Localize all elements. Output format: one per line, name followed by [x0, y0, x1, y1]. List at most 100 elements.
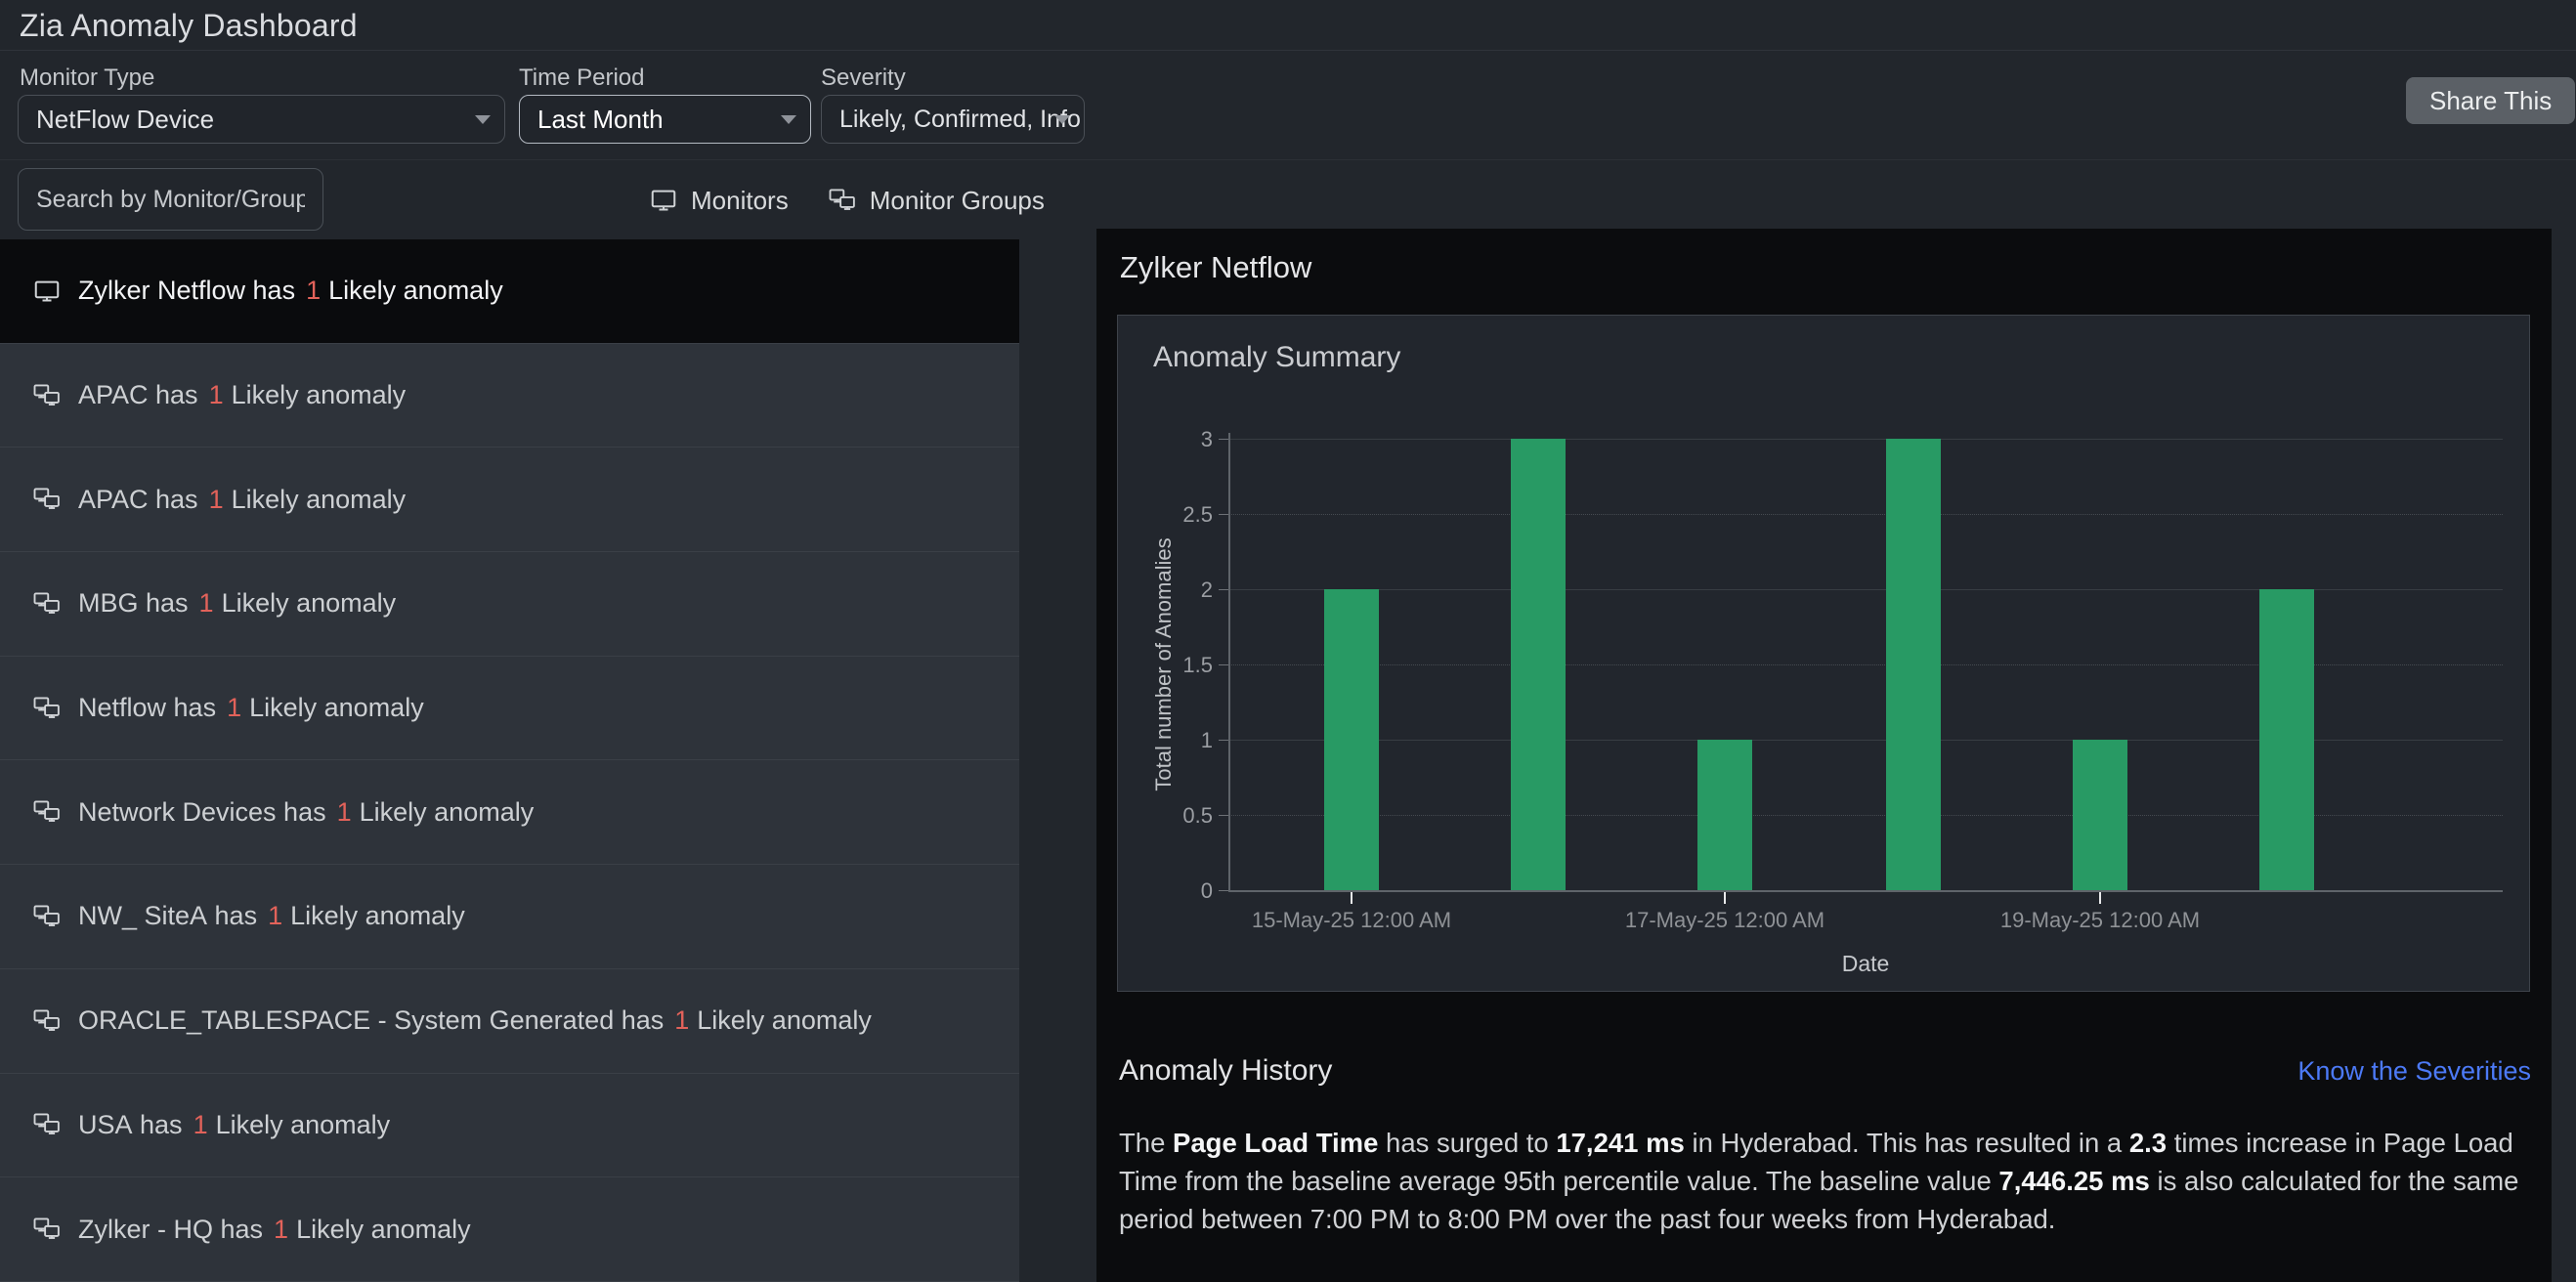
anomaly-bar [1324, 589, 1379, 890]
anomaly-suffix: Likely anomaly [360, 797, 535, 828]
x-tick-label: 17-May-25 12:00 AM [1568, 908, 1881, 933]
view-tabs: Monitors Monitor Groups [649, 180, 1045, 221]
y-tick-label: 0.5 [1118, 803, 1213, 829]
monitor-type-label: Monitor Type [20, 64, 154, 92]
anomaly-suffix: Likely anomaly [249, 693, 424, 723]
anomaly-history-header: Anomaly History Know the Severities [1119, 1054, 2531, 1088]
monitor-type-dropdown[interactable]: NetFlow Device [18, 95, 505, 144]
y-tick [1219, 514, 1228, 515]
monitor-name: APAC has [78, 485, 198, 515]
anomaly-count: 1 [268, 901, 282, 931]
anomaly-count: 1 [306, 276, 321, 306]
monitor-list-item[interactable]: Zylker Netflow has 1Likely anomaly [0, 239, 1019, 344]
history-text: The [1119, 1128, 1173, 1158]
history-bold-value: 7,446.25 ms [1998, 1166, 2149, 1196]
monitor-icon [32, 277, 62, 306]
tab-monitors[interactable]: Monitors [649, 186, 789, 216]
monitor-group-icon [32, 694, 62, 723]
severity-dropdown[interactable]: Likely, Confirmed, Info [821, 95, 1085, 144]
y-tick [1219, 439, 1228, 440]
anomaly-suffix: Likely anomaly [697, 1005, 872, 1036]
caret-down-icon [781, 115, 796, 124]
x-tick [1351, 892, 1352, 904]
monitor-list-item[interactable]: USA has1Likely anomaly [0, 1074, 1019, 1178]
gridline [1228, 514, 2503, 515]
monitor-group-icon [32, 1110, 62, 1139]
severity-label: Severity [821, 64, 906, 92]
y-tick-label: 0 [1118, 878, 1213, 904]
anomaly-count: 1 [227, 693, 241, 723]
anomaly-count: 1 [199, 588, 214, 619]
y-tick [1219, 664, 1228, 665]
monitor-list-item[interactable]: ORACLE_TABLESPACE - System Generated has… [0, 969, 1019, 1074]
time-period-dropdown[interactable]: Last Month [519, 95, 811, 144]
y-tick-label: 2.5 [1118, 502, 1213, 528]
x-tick-label: 19-May-25 12:00 AM [1944, 908, 2256, 933]
monitor-list-item[interactable]: APAC has1Likely anomaly [0, 448, 1019, 552]
anomaly-summary-chart: 00.511.522.5315-May-25 12:00 AM17-May-25… [1118, 316, 2529, 991]
caret-down-icon [1054, 115, 1070, 124]
monitor-name: NW_ SiteA has [78, 901, 257, 931]
monitor-list-item[interactable]: Zylker - HQ has1Likely anomaly [0, 1177, 1019, 1282]
anomaly-summary-card: Anomaly Summary 00.511.522.5315-May-25 1… [1117, 315, 2530, 992]
anomaly-count: 1 [209, 380, 224, 410]
anomaly-bar [1511, 439, 1566, 890]
anomaly-bar [1697, 740, 1752, 890]
monitor-name: MBG has [78, 588, 189, 619]
monitor-name: ORACLE_TABLESPACE - System Generated has [78, 1005, 664, 1036]
search-input[interactable] [18, 168, 323, 231]
history-bold-value: 2.3 [2129, 1128, 2167, 1158]
tab-monitor-groups[interactable]: Monitor Groups [828, 186, 1045, 216]
monitor-group-icon [32, 797, 62, 827]
time-period-value: Last Month [537, 105, 664, 135]
monitor-name: Netflow has [78, 693, 216, 723]
detail-title: Zylker Netflow [1120, 250, 1311, 285]
y-tick [1219, 815, 1228, 816]
monitor-name: Zylker Netflow has [78, 276, 295, 306]
share-this-button[interactable]: Share This [2406, 77, 2575, 124]
anomaly-bar [2073, 740, 2127, 890]
monitor-group-icon [32, 1006, 62, 1036]
x-tick [2099, 892, 2101, 904]
know-the-severities-link[interactable]: Know the Severities [2297, 1056, 2531, 1087]
monitor-group-icon [32, 485, 62, 514]
header-bar: Zia Anomaly Dashboard [0, 0, 2576, 51]
monitor-list: Zylker Netflow has1Likely anomalyAPAC ha… [0, 239, 1019, 1282]
anomaly-bar [1886, 439, 1941, 890]
monitor-list-item[interactable]: NW_ SiteA has 1 Likely anomaly [0, 865, 1019, 969]
x-axis-title: Date [1768, 951, 1963, 977]
monitor-name: Network Devices has [78, 797, 326, 828]
anomaly-suffix: Likely anomaly [328, 276, 503, 306]
monitor-icon [649, 186, 678, 215]
monitor-list-item[interactable]: Network Devices has1Likely anomaly [0, 760, 1019, 865]
anomaly-suffix: Likely anomaly [290, 901, 465, 931]
monitor-list-item[interactable]: MBG has1Likely anomaly [0, 552, 1019, 657]
gridline [1228, 439, 2503, 440]
monitor-list-item[interactable]: Netflow has 1 Likely anomaly [0, 657, 1019, 761]
anomaly-count: 1 [193, 1110, 208, 1140]
tab-label: Monitor Groups [870, 186, 1045, 216]
anomaly-bar [2259, 589, 2314, 890]
anomaly-suffix: Likely anomaly [232, 485, 407, 515]
monitor-list-item[interactable]: APAC has1Likely anomaly [0, 344, 1019, 449]
y-tick [1219, 740, 1228, 741]
page-title: Zia Anomaly Dashboard [20, 0, 358, 51]
anomaly-history-title: Anomaly History [1119, 1054, 1332, 1088]
severity-value: Likely, Confirmed, Info [839, 106, 1081, 134]
history-text: has surged to [1378, 1128, 1556, 1158]
time-period-label: Time Period [519, 64, 644, 92]
tab-label: Monitors [691, 186, 789, 216]
anomaly-count: 1 [274, 1215, 288, 1245]
x-tick-label: 15-May-25 12:00 AM [1195, 908, 1508, 933]
y-tick [1219, 890, 1228, 891]
y-tick-label: 3 [1118, 427, 1213, 452]
x-tick [1724, 892, 1726, 904]
monitor-group-icon [828, 186, 857, 215]
y-tick [1219, 589, 1228, 590]
monitor-type-value: NetFlow Device [36, 105, 214, 135]
anomaly-count: 1 [674, 1005, 689, 1036]
history-bold-value: 17,241 ms [1556, 1128, 1685, 1158]
history-text: in Hyderabad. This has resulted in a [1685, 1128, 2129, 1158]
monitor-group-icon [32, 1215, 62, 1244]
anomaly-history-text: The Page Load Time has surged to 17,241 … [1119, 1124, 2538, 1238]
